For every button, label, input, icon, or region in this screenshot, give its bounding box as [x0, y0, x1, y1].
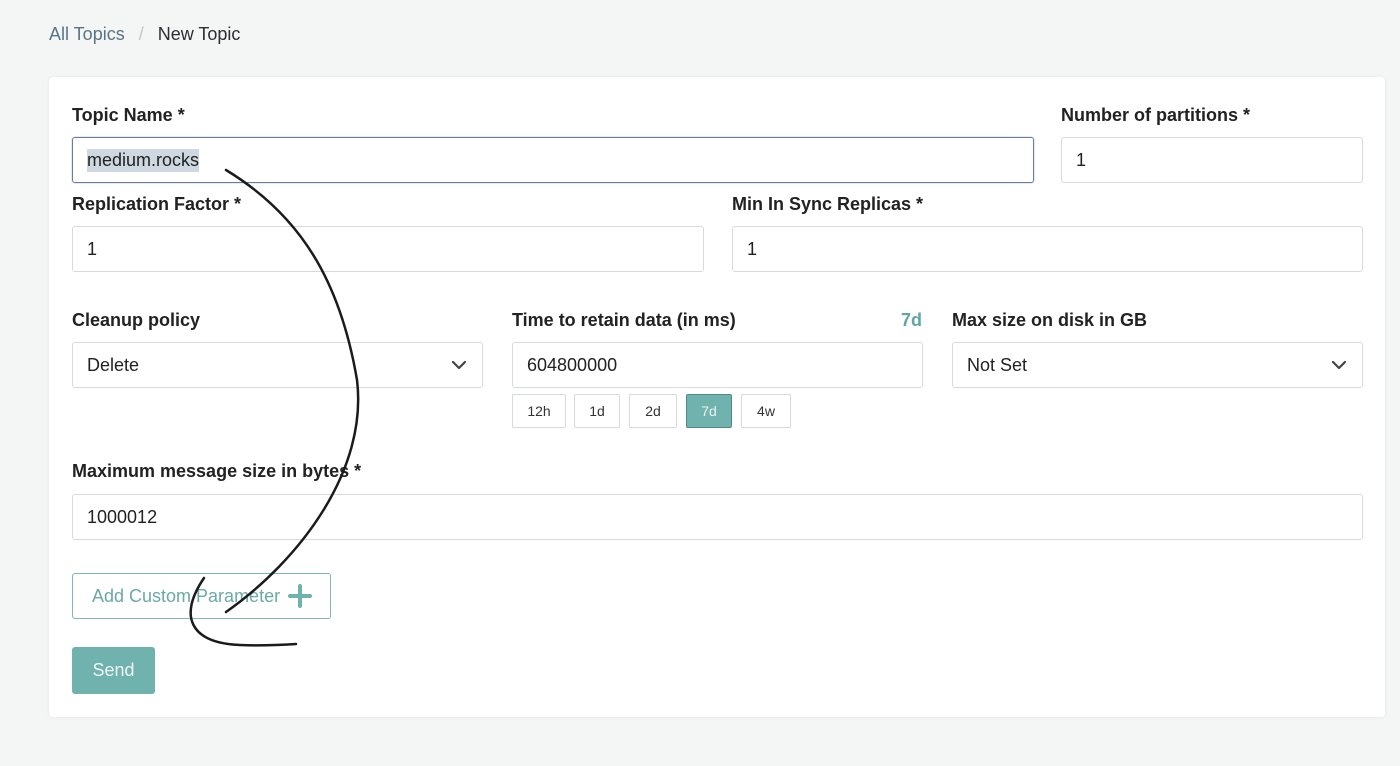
breadcrumb-current: New Topic: [157, 24, 241, 44]
cleanup-policy-value: Delete: [87, 354, 140, 375]
topic-name-value: medium.rocks: [87, 148, 200, 172]
retention-label: Time to retain data (in ms): [512, 310, 736, 330]
replication-factor-value: 1: [87, 238, 98, 259]
breadcrumb-separator: /: [138, 24, 144, 44]
retention-preset-7d[interactable]: 7d: [686, 394, 732, 428]
partitions-label: Number of partitions *: [1061, 105, 1251, 125]
min-insync-replicas-label: Min In Sync Replicas *: [732, 194, 924, 214]
min-insync-replicas-value: 1: [747, 238, 758, 259]
new-topic-form-card: Topic Name * medium.rocks Number of part…: [49, 77, 1385, 717]
chevron-down-icon: [450, 356, 468, 374]
max-message-size-label: Maximum message size in bytes *: [72, 461, 362, 481]
chevron-down-icon: [1330, 356, 1348, 374]
add-custom-parameter-label: Add Custom Parameter: [92, 585, 281, 606]
add-custom-parameter-button[interactable]: Add Custom Parameter: [72, 573, 331, 619]
breadcrumb-all-topics-link[interactable]: All Topics: [49, 24, 125, 45]
max-disk-size-select[interactable]: Not Set: [952, 342, 1363, 388]
send-button[interactable]: Send: [72, 647, 155, 694]
replication-factor-label: Replication Factor *: [72, 194, 242, 214]
cleanup-policy-label: Cleanup policy: [72, 310, 201, 330]
max-message-size-value: 1000012: [87, 506, 158, 527]
retention-preset-12h[interactable]: 12h: [512, 394, 566, 428]
max-disk-size-value: Not Set: [967, 354, 1028, 375]
cleanup-policy-select[interactable]: Delete: [72, 342, 483, 388]
partitions-value: 1: [1076, 149, 1087, 170]
plus-icon: [288, 584, 313, 608]
topic-name-label: Topic Name *: [72, 105, 185, 125]
retention-value: 604800000: [527, 354, 618, 375]
retention-preset-2d[interactable]: 2d: [629, 394, 677, 428]
breadcrumb: All Topics / New Topic: [49, 24, 240, 45]
min-insync-replicas-input[interactable]: 1: [732, 226, 1363, 272]
replication-factor-input[interactable]: 1: [72, 226, 704, 272]
retention-preset-1d[interactable]: 1d: [574, 394, 620, 428]
retention-preset-4w[interactable]: 4w: [741, 394, 791, 428]
retention-input[interactable]: 604800000: [512, 342, 923, 388]
max-disk-size-label: Max size on disk in GB: [952, 310, 1148, 330]
max-message-size-input[interactable]: 1000012: [72, 494, 1363, 540]
retention-hint: 7d: [901, 310, 923, 330]
partitions-input[interactable]: 1: [1061, 137, 1363, 183]
topic-name-input[interactable]: medium.rocks: [72, 137, 1034, 183]
